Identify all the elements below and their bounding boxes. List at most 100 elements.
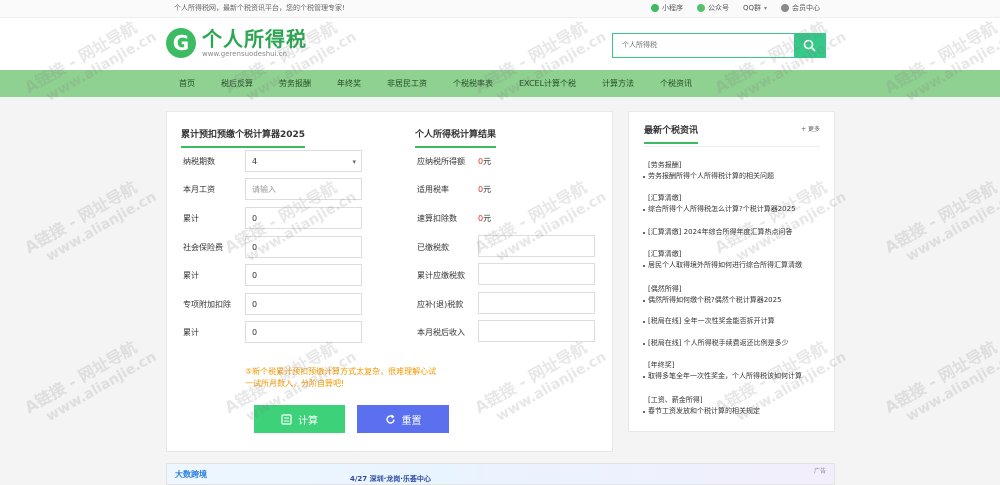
user-icon: [781, 4, 789, 12]
result-value: 0元: [478, 207, 491, 229]
chevron-down-icon: ▾: [352, 158, 356, 166]
result-box: [478, 292, 595, 314]
calc-field-row: 累计: [183, 207, 199, 229]
reset-button-label: 重置: [401, 415, 422, 427]
news-item[interactable]: [汇算清缴] 居民个人取得境外所得如何进行综合所得汇算清缴: [643, 249, 820, 271]
refresh-icon: [385, 414, 395, 424]
nav-item[interactable]: 个税税率表: [440, 70, 506, 97]
calc-field-label: 社会保险费: [183, 242, 223, 252]
calc-input[interactable]: 0: [245, 293, 362, 315]
top-link-member-center[interactable]: 会员中心: [781, 3, 820, 13]
main-nav: 首页 税后反算 劳务报酬 年终奖 非居民工资 个税税率表 EXCEL计算个税 计算方法 个税资讯: [0, 70, 1000, 97]
news-item[interactable]: [汇算清缴] 2024年综合所得年度汇算热点问答: [643, 227, 820, 238]
result-row: 速算扣除数: [417, 207, 457, 229]
ad-tag: 广告: [813, 468, 826, 475]
watermark: A链接 - 网址导航www.alianjie.cn: [19, 328, 159, 432]
salary-input[interactable]: 请输入: [245, 178, 362, 200]
nav-item[interactable]: 首页: [166, 70, 208, 97]
result-row: 应纳税所得额: [417, 150, 465, 172]
search-icon: [803, 39, 816, 52]
miniprogram-icon: [650, 4, 659, 12]
news-item-category: [汇算清缴]: [648, 250, 682, 258]
news-item-title: 居民个人取得境外所得如何进行综合所得汇算清缴: [648, 261, 802, 269]
calc-input-value: 0: [252, 299, 258, 309]
calculator-card: 累计预扣预缴个税计算器2025 个人所得税计算结果 纳税期数 4 ▾ 本月工资 请输入累…: [166, 111, 613, 452]
result-row: 应补(退)税款: [417, 293, 463, 315]
top-link-wechat[interactable]: 公众号: [696, 3, 729, 13]
site-logo[interactable]: G 个人所得税 www.gerensuodeshui.cn: [166, 28, 307, 58]
news-item[interactable]: [税局在线] 全年一次性奖金能否拆开计算: [643, 316, 820, 327]
nav-item[interactable]: 个税资讯: [647, 70, 705, 97]
calc-field-row: 累计: [183, 264, 199, 286]
results-title: 个人所得税计算结果: [415, 127, 497, 148]
result-value: 0元: [478, 178, 491, 200]
calc-input[interactable]: 0: [245, 236, 362, 258]
calculate-button[interactable]: 计算: [254, 405, 345, 433]
calculator-note: ⑤新个税累计预扣预缴计算方式太复杂，很难理解心试一试所月数入，分阶自算吧!: [245, 367, 437, 388]
ad-brand: 大数跨境: [175, 470, 207, 479]
top-link-miniprogram[interactable]: 小程序: [650, 3, 683, 13]
nav-item[interactable]: 劳务报酬: [266, 70, 324, 97]
watermark-line: www.alianjie.cn: [903, 348, 1000, 425]
news-item-category: [汇算清缴]: [648, 194, 682, 202]
top-link-label: 会员中心: [792, 4, 820, 12]
site-domain: www.gerensuodeshui.cn: [202, 50, 288, 58]
tax-period-select[interactable]: 4 ▾: [245, 150, 362, 172]
bullet-icon: [643, 411, 645, 413]
top-link-qq-group[interactable]: QQ群 ▾: [743, 3, 767, 13]
more-link[interactable]: + 更多: [801, 124, 820, 133]
news-divider: [644, 146, 820, 147]
ad-text: 4/27 深圳·龙岗·乐荟中心: [350, 475, 431, 483]
calc-input[interactable]: 0: [245, 207, 362, 229]
calc-input[interactable]: 0: [245, 321, 362, 343]
news-item-title: 偶然所得如何缴个税?偶然个税计算器2025: [648, 296, 782, 304]
news-title: 最新个税资讯: [644, 123, 699, 144]
news-item[interactable]: [偶然所得] 偶然所得如何缴个税?偶然个税计算器2025: [643, 284, 820, 306]
watermark-line: www.alianjie.cn: [903, 188, 1000, 265]
tax-period-value: 4: [252, 156, 258, 166]
news-item[interactable]: [工资、薪金所得] 春节工资发放和个税计算的相关规定: [643, 395, 820, 417]
ad-banner[interactable]: 大数跨境 4/27 深圳·龙岗·乐荟中心 广告: [166, 463, 835, 485]
result-unit: 元: [483, 184, 492, 194]
bullet-icon: [643, 343, 645, 345]
watermark-line: www.alianjie.cn: [43, 348, 160, 425]
nav-item[interactable]: 非居民工资: [374, 70, 440, 97]
calculator-icon: [281, 413, 292, 425]
watermark: A链接 - 网址导航www.alianjie.cn: [19, 168, 159, 272]
calc-input-value: 0: [252, 213, 258, 223]
calc-field-label: 累计: [183, 270, 199, 280]
result-label: 应补(退)税款: [417, 299, 464, 309]
result-label: 已缴税款: [417, 242, 449, 252]
reset-button[interactable]: 重置: [357, 405, 449, 433]
top-bar: 个人所得税网，最新个税资讯平台，您的个税管理专家! 小程序 公众号 QQ群 ▾ …: [0, 0, 1000, 18]
news-item[interactable]: [劳务报酬] 劳务报酬所得个人所得税计算的相关问题: [643, 160, 820, 182]
top-links: 小程序 公众号 QQ群 ▾ 会员中心: [650, 3, 820, 13]
nav-item[interactable]: 年终奖: [324, 70, 374, 97]
news-item[interactable]: [税局在线] 个人所得税手续费返还比例是多少: [643, 338, 820, 349]
bullet-icon: [643, 300, 645, 302]
nav-item[interactable]: 税后反算: [208, 70, 266, 97]
calc-field-label: 纳税期数: [183, 156, 215, 166]
top-link-label: 小程序: [661, 4, 683, 12]
watermark-line: A链接 - 网址导航: [881, 177, 1000, 258]
news-item-category: [汇算清缴] 2024年综合所得年度汇算热点问答: [648, 228, 793, 236]
search-input[interactable]: [613, 34, 794, 57]
result-box: [478, 235, 595, 257]
bullet-icon: [643, 176, 645, 178]
news-item-category: [税局在线] 个人所得税手续费返还比例是多少: [648, 339, 789, 347]
watermark: A链接 - 网址导航www.alianjie.cn: [879, 168, 1000, 272]
calc-input[interactable]: 0: [245, 264, 362, 286]
calc-field-row: 本月工资: [183, 178, 215, 200]
nav-item[interactable]: 计算方法: [589, 70, 647, 97]
result-label: 累计应缴税款: [417, 270, 465, 280]
news-item[interactable]: [年终奖] 取得多笔全年一次性奖金，个人所得税该如何计算: [643, 360, 820, 382]
news-item[interactable]: [汇算清缴] 综合所得个人所得税怎么计算?个税计算器2025: [643, 193, 820, 215]
search-button[interactable]: [794, 34, 825, 57]
calc-field-label: 累计: [183, 213, 199, 223]
result-box: [478, 263, 595, 285]
nav-item[interactable]: EXCEL计算个税: [506, 70, 589, 97]
bullet-icon: [643, 232, 645, 234]
news-item-category: [工资、薪金所得]: [648, 396, 703, 404]
news-item-category: [劳务报酬]: [648, 161, 682, 169]
result-unit: 元: [483, 156, 492, 166]
